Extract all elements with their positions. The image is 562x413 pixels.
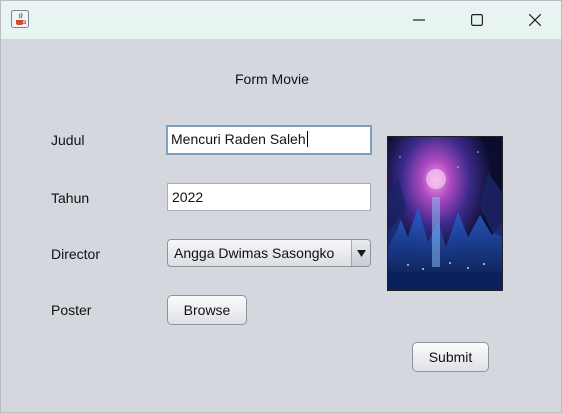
judul-input[interactable]: Mencuri Raden Saleh (166, 125, 372, 155)
tahun-input[interactable]: 2022 (167, 183, 371, 211)
java-app-icon (11, 10, 29, 28)
submit-button[interactable]: Submit (412, 342, 489, 372)
text-caret (306, 131, 308, 147)
maximize-button[interactable] (448, 1, 506, 39)
close-button[interactable] (506, 1, 562, 39)
director-select[interactable]: Angga Dwimas Sasongko (167, 239, 371, 267)
minimize-button[interactable] (390, 1, 448, 39)
tahun-label: Tahun (51, 190, 90, 206)
dropdown-arrow-button[interactable] (351, 240, 370, 266)
title-bar[interactable] (1, 1, 561, 39)
triangle-down-icon (356, 249, 366, 257)
minimize-icon (413, 19, 425, 21)
judul-label: Judul (51, 132, 85, 148)
judul-value: Mencuri Raden Saleh (171, 131, 306, 147)
maximize-icon (471, 14, 483, 26)
form-heading: Form Movie (235, 71, 309, 87)
app-window: Form Movie Judul Mencuri Raden Saleh Tah… (0, 0, 562, 413)
poster-label: Poster (51, 302, 92, 318)
director-label: Director (51, 246, 101, 262)
tahun-value: 2022 (172, 189, 204, 205)
close-icon (529, 14, 541, 26)
poster-image (387, 136, 503, 291)
director-selected-value: Angga Dwimas Sasongko (174, 245, 335, 261)
browse-button[interactable]: Browse (167, 295, 247, 325)
